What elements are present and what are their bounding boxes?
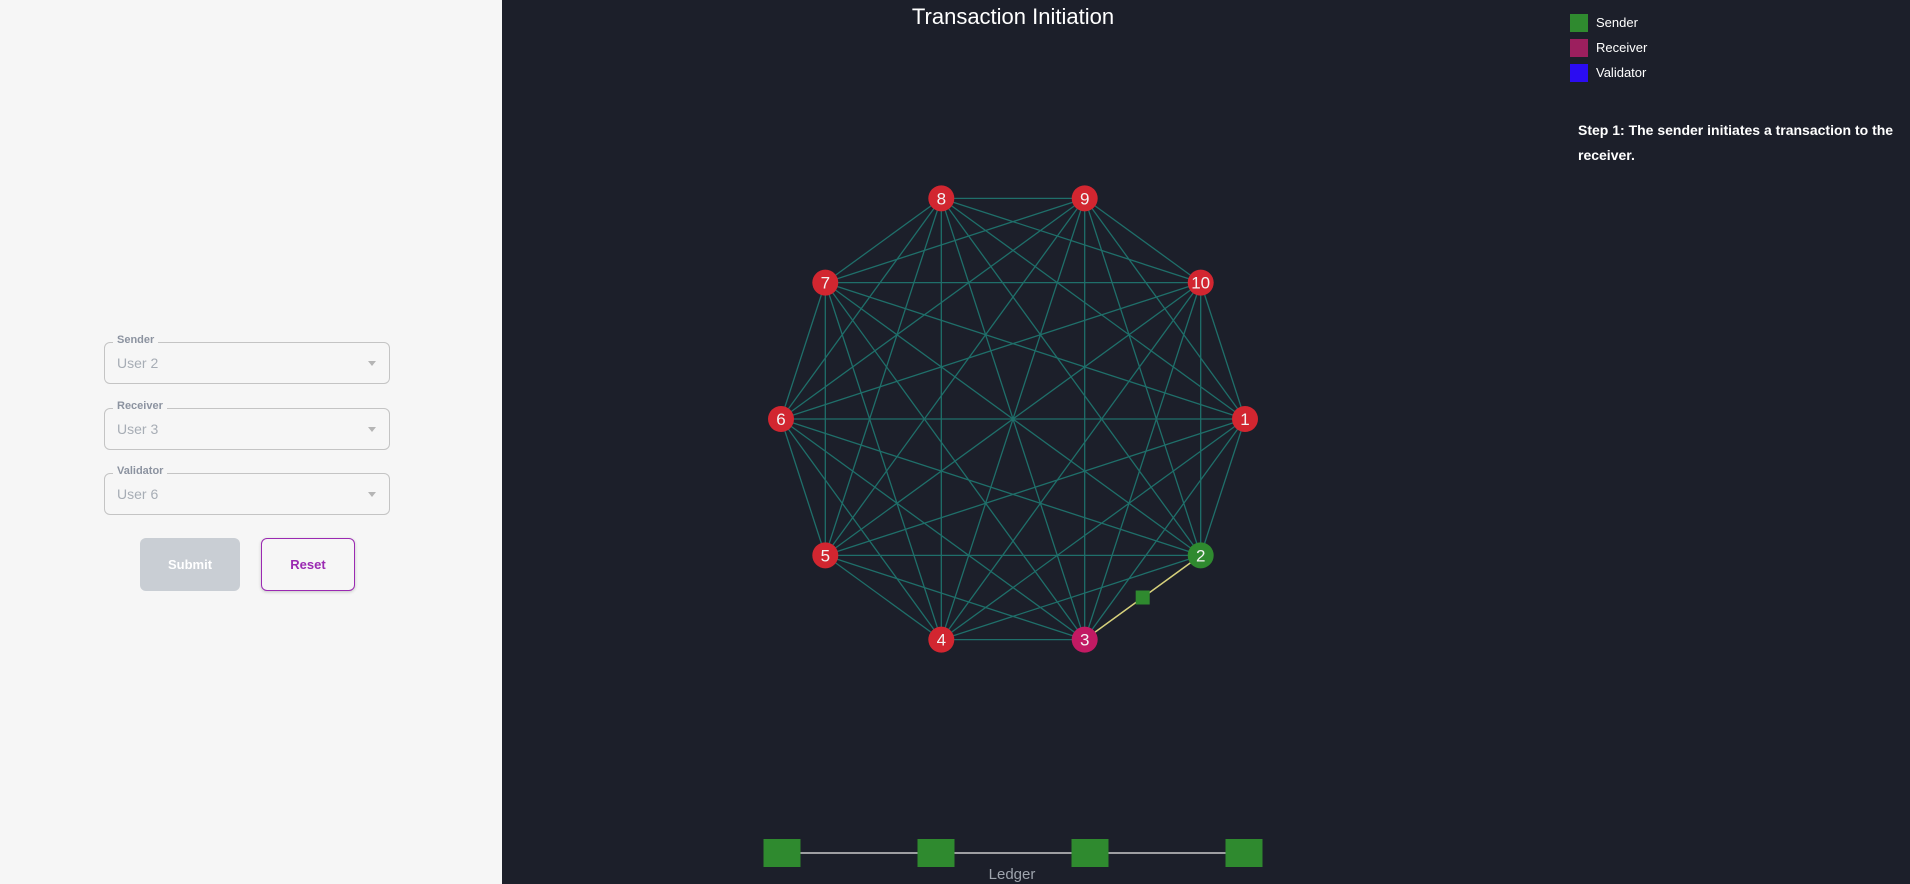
- submit-button[interactable]: Submit: [140, 538, 240, 591]
- chevron-down-icon[interactable]: [368, 361, 376, 366]
- sender-select[interactable]: Sender User 2: [104, 334, 390, 384]
- chevron-down-icon[interactable]: [368, 427, 376, 432]
- receiver-label: Receiver: [113, 400, 167, 412]
- ledger-block: [917, 839, 955, 867]
- control-panel: Sender User 2 Receiver User 3 Validator …: [0, 0, 502, 884]
- ledger-block: [1225, 839, 1263, 867]
- receiver-select[interactable]: Receiver User 3: [104, 400, 390, 450]
- sender-label: Sender: [113, 334, 159, 346]
- reset-button[interactable]: Reset: [261, 538, 355, 591]
- validator-value: User 6: [117, 486, 159, 502]
- chevron-down-icon[interactable]: [368, 492, 376, 497]
- ledger-label: Ledger: [988, 866, 1036, 883]
- ledger-block: [1071, 839, 1109, 867]
- validator-label: Validator: [113, 465, 168, 477]
- sender-value: User 2: [117, 355, 159, 371]
- validator-select[interactable]: Validator User 6: [104, 465, 390, 515]
- ledger-block: [763, 839, 801, 867]
- receiver-value: User 3: [117, 421, 159, 437]
- ledger-chain: [763, 839, 1263, 867]
